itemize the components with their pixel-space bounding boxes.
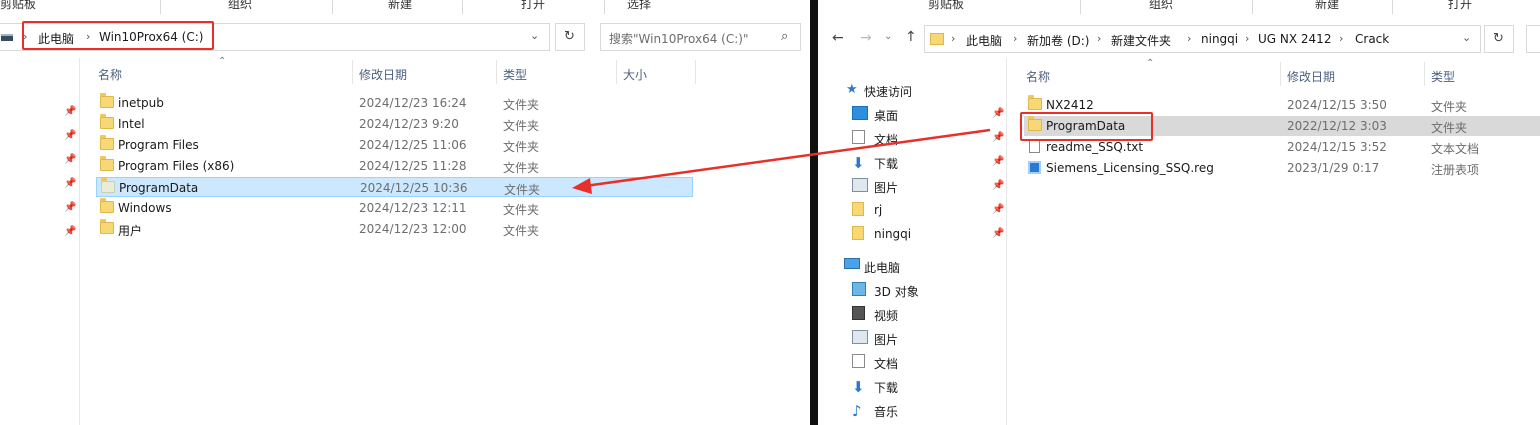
- drag-arrow-icon: [572, 128, 991, 194]
